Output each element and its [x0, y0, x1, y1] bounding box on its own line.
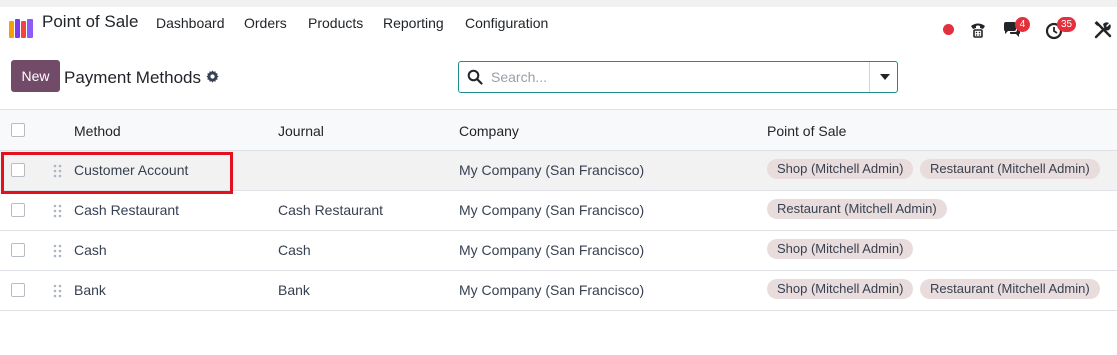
- column-header-point-of-sale[interactable]: Point of Sale: [767, 123, 846, 139]
- chevron-down-icon: [880, 74, 890, 80]
- search-options-toggle[interactable]: [869, 62, 898, 92]
- menu-reporting[interactable]: Reporting: [383, 15, 444, 31]
- activities-badge: 35: [1057, 17, 1077, 32]
- pos-tag: Restaurant (Mitchell Admin): [920, 279, 1100, 299]
- search-bar: [458, 61, 898, 93]
- column-header-journal[interactable]: Journal: [278, 123, 324, 139]
- table-row[interactable]: Cash Restaurant Cash Restaurant My Compa…: [0, 191, 1117, 231]
- menu-dashboard[interactable]: Dashboard: [156, 15, 225, 31]
- row-checkbox[interactable]: [11, 283, 25, 297]
- cell-company: My Company (San Francisco): [459, 162, 645, 178]
- pos-tag: Restaurant (Mitchell Admin): [920, 159, 1100, 179]
- pos-app-icon[interactable]: [9, 18, 35, 38]
- row-checkbox[interactable]: [11, 203, 25, 217]
- pos-tag: Shop (Mitchell Admin): [767, 159, 914, 179]
- tools-icon[interactable]: [1093, 20, 1113, 40]
- recording-dot[interactable]: [943, 24, 954, 35]
- cell-journal: Cash Restaurant: [278, 202, 384, 218]
- cell-method: Bank: [74, 282, 106, 298]
- search-icon: [467, 69, 483, 85]
- app-name[interactable]: Point of Sale: [42, 12, 138, 32]
- cell-company: My Company (San Francisco): [459, 202, 645, 218]
- menu-orders[interactable]: Orders: [244, 15, 287, 31]
- drag-handle-icon[interactable]: [53, 204, 63, 218]
- cell-method: Cash Restaurant: [74, 202, 180, 218]
- drag-handle-icon[interactable]: [53, 284, 63, 298]
- pos-tag: Shop (Mitchell Admin): [767, 279, 914, 299]
- column-header-company[interactable]: Company: [459, 123, 519, 139]
- drag-handle-icon[interactable]: [53, 244, 63, 258]
- row-checkbox[interactable]: [11, 243, 25, 257]
- column-header-method[interactable]: Method: [74, 123, 121, 139]
- search-input[interactable]: [491, 66, 861, 88]
- messages-badge: 4: [1015, 17, 1030, 32]
- menu-configuration[interactable]: Configuration: [465, 15, 548, 31]
- phone-icon[interactable]: [968, 20, 988, 40]
- cell-journal: Bank: [278, 282, 310, 298]
- new-button[interactable]: New: [11, 60, 60, 92]
- cell-company: My Company (San Francisco): [459, 282, 645, 298]
- cell-journal: Cash: [278, 242, 311, 258]
- highlight-box: [1, 152, 233, 194]
- cell-company: My Company (San Francisco): [459, 242, 645, 258]
- select-all-checkbox[interactable]: [11, 123, 25, 137]
- table-header: Method Journal Company Point of Sale: [0, 109, 1117, 151]
- page-title: Payment Methods: [64, 68, 202, 87]
- table-row[interactable]: Cash Cash My Company (San Francisco) Sho…: [0, 231, 1117, 271]
- pos-tag: Restaurant (Mitchell Admin): [767, 199, 947, 219]
- gear-icon[interactable]: [206, 70, 219, 83]
- menu-products[interactable]: Products: [308, 15, 363, 31]
- cell-method: Cash: [74, 242, 107, 258]
- table-row[interactable]: Bank Bank My Company (San Francisco) Sho…: [0, 271, 1117, 311]
- pos-tag: Shop (Mitchell Admin): [767, 239, 914, 259]
